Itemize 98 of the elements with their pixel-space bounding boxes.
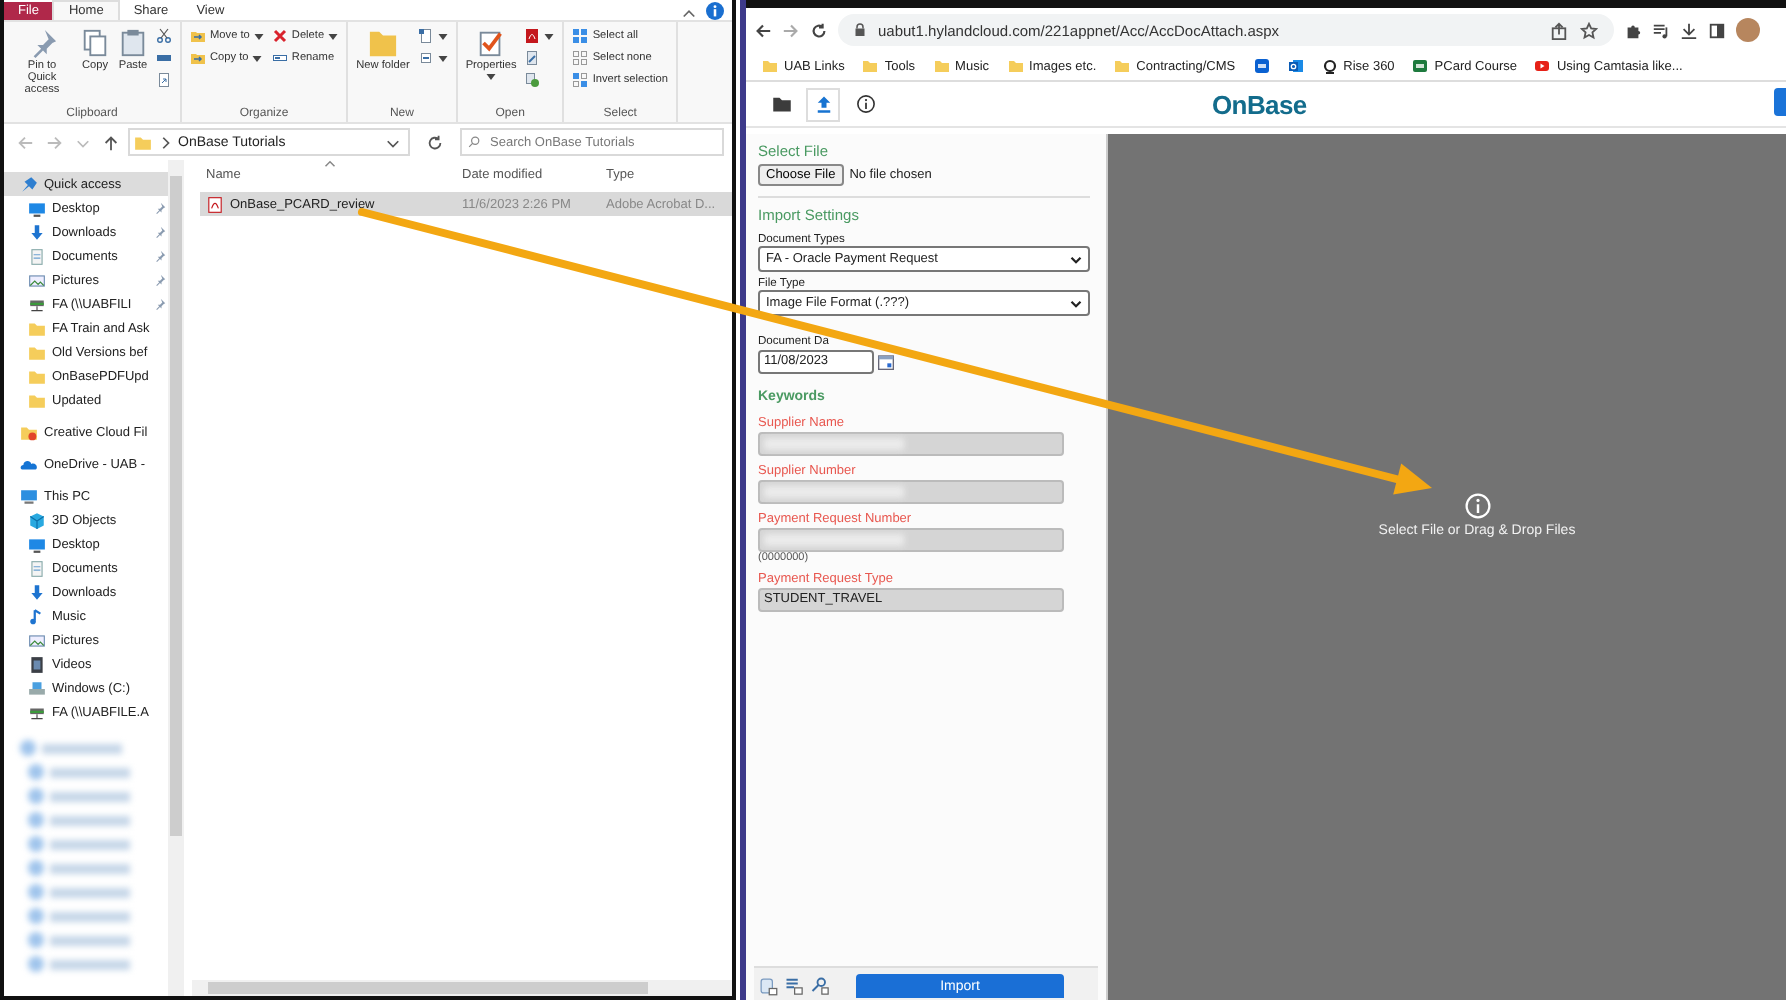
pin-icon <box>154 298 166 310</box>
logo: OnBase <box>1212 89 1307 119</box>
info-icon <box>855 94 875 114</box>
caret-icon <box>328 33 339 39</box>
star-icon[interactable] <box>1580 21 1598 39</box>
document-icon <box>524 28 541 44</box>
bookmark[interactable] <box>1253 58 1270 74</box>
dropdown-caret-icon[interactable] <box>386 135 400 149</box>
network-drive-icon <box>28 295 46 313</box>
grid-icon <box>572 72 589 88</box>
sort-caret-icon <box>324 160 336 168</box>
page-icon <box>417 28 434 44</box>
puzzle-icon[interactable] <box>1624 21 1642 39</box>
x-mark-icon <box>271 28 288 44</box>
pin-icon <box>154 274 166 286</box>
ribbon-button[interactable] <box>154 26 174 46</box>
pages-icon <box>80 28 110 58</box>
window-icon <box>417 50 434 66</box>
monitor-icon <box>28 535 46 553</box>
input-field[interactable] <box>758 432 1064 456</box>
computer-icon <box>20 487 38 505</box>
pin-icon <box>20 175 38 193</box>
folder-arrow-icon <box>190 50 206 66</box>
folder-icon <box>134 133 152 151</box>
caret-icon <box>437 55 448 61</box>
shortcut-icon <box>156 72 172 88</box>
lock-icon <box>854 22 866 38</box>
folder-icon <box>367 28 398 58</box>
network-drive-icon <box>28 703 46 721</box>
music-note-icon <box>28 607 46 625</box>
document-icon <box>28 247 46 265</box>
edit-page-icon <box>524 50 541 66</box>
up-arrow-icon[interactable] <box>102 133 120 151</box>
reload-icon[interactable] <box>810 21 828 39</box>
caret-icon <box>253 33 264 39</box>
caret-icon <box>544 33 555 39</box>
checklist-icon <box>476 28 507 58</box>
folder-arrow-icon <box>190 28 206 44</box>
app-icon <box>1253 58 1270 74</box>
help-icon[interactable] <box>706 1 724 19</box>
cloud-icon <box>20 455 38 473</box>
input-field[interactable] <box>758 528 1064 552</box>
clipboard-icon <box>118 28 148 58</box>
ring-icon <box>1321 58 1338 74</box>
film-icon <box>28 655 46 673</box>
grid-outline-icon <box>572 50 589 66</box>
caret-icon <box>486 74 497 81</box>
folder-icon <box>1114 58 1131 74</box>
share-icon[interactable] <box>1550 21 1568 39</box>
cube-icon <box>28 511 46 529</box>
play-icon <box>1534 58 1551 74</box>
bookmark[interactable] <box>1287 58 1304 74</box>
folder-icon <box>762 58 778 74</box>
chevron-icon <box>1070 255 1082 263</box>
folder-icon <box>862 58 879 74</box>
ribbon-button[interactable] <box>522 26 557 46</box>
info-icon <box>1463 492 1491 520</box>
side-panel-icon[interactable] <box>1708 21 1726 39</box>
app-icon <box>1412 58 1429 74</box>
chevron-icon <box>158 135 172 149</box>
drive-icon <box>28 679 46 697</box>
monitor-icon <box>28 199 46 217</box>
back-arrow-icon[interactable] <box>754 21 772 39</box>
upload-icon <box>813 94 833 114</box>
input-field[interactable] <box>758 480 1064 504</box>
search-icon <box>468 136 480 148</box>
ribbon-button[interactable] <box>415 48 450 68</box>
clear-document-icon[interactable] <box>758 976 778 996</box>
mail-app-icon <box>1287 58 1304 74</box>
download-icon <box>28 223 46 241</box>
document-icon <box>28 559 46 577</box>
ribbon-button[interactable] <box>415 26 450 46</box>
clear-list-icon[interactable] <box>784 976 804 996</box>
download-icon <box>28 583 46 601</box>
download-icon[interactable] <box>1680 21 1698 39</box>
playlist-icon[interactable] <box>1652 21 1670 39</box>
pin-icon <box>154 250 166 262</box>
pin-icon <box>154 202 166 214</box>
folder-icon <box>933 58 950 74</box>
chevron-icon <box>1070 299 1082 307</box>
avatar[interactable] <box>1736 18 1760 42</box>
scissors-icon <box>156 28 172 44</box>
grid-icon <box>572 28 589 44</box>
clear-key-icon[interactable] <box>810 976 830 996</box>
calendar-icon[interactable] <box>878 354 894 370</box>
picture-icon <box>28 631 46 649</box>
document-icon <box>206 195 224 213</box>
folder-icon <box>1007 58 1024 74</box>
scrollbar[interactable] <box>168 160 184 996</box>
picture-icon <box>28 271 46 289</box>
collapse-caret-icon[interactable] <box>682 6 696 20</box>
upload-button[interactable] <box>808 89 838 119</box>
scrollbar[interactable] <box>192 980 732 996</box>
refresh-icon[interactable] <box>426 133 444 151</box>
pin-icon <box>154 226 166 238</box>
caret-icon <box>252 55 263 61</box>
folder-icon <box>20 423 38 441</box>
caret-icon <box>437 33 448 39</box>
